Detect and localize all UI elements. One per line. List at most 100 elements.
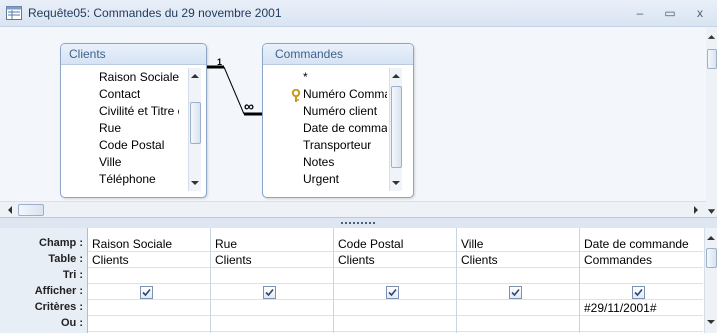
tri-cell[interactable] [211, 268, 333, 284]
afficher-cell[interactable] [580, 284, 703, 300]
scroll-right-arrow-icon[interactable] [690, 204, 702, 216]
table-cell[interactable]: Clients [334, 252, 456, 268]
criteres-cell[interactable] [88, 300, 210, 316]
champ-cell[interactable]: Rue [211, 236, 333, 252]
tri-cell[interactable] [580, 268, 703, 284]
afficher-checkbox[interactable] [263, 286, 276, 299]
grid-row-labels: Champ : Table : Tri : Afficher : Critère… [0, 228, 88, 333]
table-cell[interactable]: Clients [457, 252, 579, 268]
field-item[interactable]: Téléphone [99, 171, 156, 188]
field-item[interactable]: Contact [99, 86, 140, 103]
ou-cell[interactable] [211, 316, 333, 332]
row-label-table: Table : [48, 253, 83, 265]
commandes-scrollbar[interactable] [389, 68, 402, 191]
grid-column[interactable]: Date de commande Commandes #29/11/2001# [580, 228, 703, 333]
grid-column[interactable]: Ville Clients [457, 228, 580, 333]
tri-cell[interactable] [457, 268, 579, 284]
field-item[interactable]: Notes [303, 154, 334, 171]
clients-field-list[interactable]: Raison Sociale Contact Civilité et Titre… [67, 65, 179, 191]
afficher-cell[interactable] [334, 284, 456, 300]
champ-cell[interactable]: Code Postal [334, 236, 456, 252]
ou-cell[interactable] [457, 316, 579, 332]
commandes-table-header[interactable]: Commandes [263, 44, 413, 65]
upper-vertical-scrollbar[interactable] [706, 27, 717, 217]
tri-cell[interactable] [334, 268, 456, 284]
scroll-down-arrow-icon[interactable] [705, 316, 717, 328]
scroll-left-arrow-icon[interactable] [4, 204, 16, 216]
title-bar[interactable]: Requête05: Commandes du 29 novembre 2001… [0, 0, 717, 27]
criteres-cell[interactable] [334, 300, 456, 316]
table-pane[interactable]: 1 ∞ Clients Raison Sociale Contact Civil… [0, 27, 706, 201]
cardinality-one: 1 [217, 57, 222, 67]
checkmark-icon [142, 288, 151, 297]
field-item[interactable]: Numéro client [303, 103, 377, 120]
field-item[interactable]: Numéro Comma [303, 86, 387, 103]
field-item[interactable]: * [303, 69, 308, 86]
scroll-up-arrow-icon[interactable] [390, 70, 402, 82]
afficher-cell[interactable] [88, 284, 210, 300]
afficher-checkbox[interactable] [632, 286, 645, 299]
checkmark-icon [511, 288, 520, 297]
ou-cell[interactable] [334, 316, 456, 332]
field-item[interactable]: Rue [99, 120, 121, 137]
row-label-afficher: Afficher : [34, 285, 83, 297]
query-design-grid[interactable]: Champ : Table : Tri : Afficher : Critère… [0, 228, 704, 333]
clients-table-title: Clients [69, 47, 106, 61]
field-item[interactable]: Date de comma [303, 120, 387, 137]
close-button[interactable]: x [688, 4, 712, 22]
grid-column[interactable]: Rue Clients [211, 228, 334, 333]
upper-scroll-thumb[interactable] [707, 49, 717, 69]
row-label-tri: Tri : [62, 269, 83, 281]
checkmark-icon [388, 288, 397, 297]
clients-table-box[interactable]: Clients Raison Sociale Contact Civilité … [60, 43, 207, 198]
criteres-cell[interactable]: #29/11/2001# [580, 300, 703, 316]
clients-scrollbar[interactable] [188, 68, 201, 191]
primary-key-icon [291, 89, 301, 102]
cardinality-many: ∞ [244, 98, 254, 114]
field-item[interactable]: Ville [99, 154, 121, 171]
scroll-down-arrow-icon[interactable] [706, 209, 717, 215]
commandes-table-box[interactable]: Commandes * Numéro Comma Numéro client D… [262, 43, 414, 198]
table-cell[interactable]: Clients [88, 252, 210, 268]
afficher-checkbox[interactable] [509, 286, 522, 299]
champ-cell[interactable]: Ville [457, 236, 579, 252]
grid-vertical-scrollbar[interactable] [704, 228, 717, 333]
champ-cell[interactable]: Raison Sociale [88, 236, 210, 252]
clients-table-header[interactable]: Clients [61, 44, 206, 65]
grid-scroll-thumb[interactable] [706, 248, 717, 268]
criteres-cell[interactable] [211, 300, 333, 316]
field-item[interactable]: Civilité et Titre c [99, 103, 179, 120]
field-item[interactable]: Raison Sociale [99, 69, 179, 86]
horizontal-scroll-thumb[interactable] [18, 204, 44, 216]
scroll-up-arrow-icon[interactable] [705, 232, 717, 244]
afficher-checkbox[interactable] [386, 286, 399, 299]
scroll-up-arrow-icon[interactable] [706, 31, 717, 43]
grid-column[interactable]: Code Postal Clients [334, 228, 457, 333]
ou-cell[interactable] [88, 316, 210, 332]
clients-scroll-thumb[interactable] [190, 102, 201, 144]
commandes-field-list[interactable]: * Numéro Comma Numéro client Date de com… [269, 65, 387, 191]
scroll-down-arrow-icon[interactable] [189, 177, 201, 189]
table-cell[interactable]: Commandes [580, 252, 703, 268]
afficher-checkbox[interactable] [140, 286, 153, 299]
ou-cell[interactable] [580, 316, 703, 332]
afficher-cell[interactable] [457, 284, 579, 300]
tri-cell[interactable] [88, 268, 210, 284]
champ-cell[interactable]: Date de commande [580, 236, 703, 252]
criteres-cell[interactable] [457, 300, 579, 316]
field-item[interactable]: Code Postal [99, 137, 164, 154]
table-cell[interactable]: Clients [211, 252, 333, 268]
scroll-down-arrow-icon[interactable] [390, 177, 402, 189]
upper-horizontal-scrollbar[interactable] [0, 201, 706, 218]
checkmark-icon [634, 288, 643, 297]
field-item[interactable]: Urgent [303, 171, 339, 188]
afficher-cell[interactable] [211, 284, 333, 300]
minimize-button[interactable]: – [628, 4, 652, 22]
query-window-icon [6, 6, 22, 20]
grid-column[interactable]: Raison Sociale Clients [88, 228, 211, 333]
commandes-scroll-thumb[interactable] [391, 86, 402, 168]
row-label-criteres: Critères : [34, 301, 83, 313]
field-item[interactable]: Transporteur [303, 137, 371, 154]
maximize-button[interactable]: ▭ [658, 4, 682, 22]
scroll-up-arrow-icon[interactable] [189, 70, 201, 82]
